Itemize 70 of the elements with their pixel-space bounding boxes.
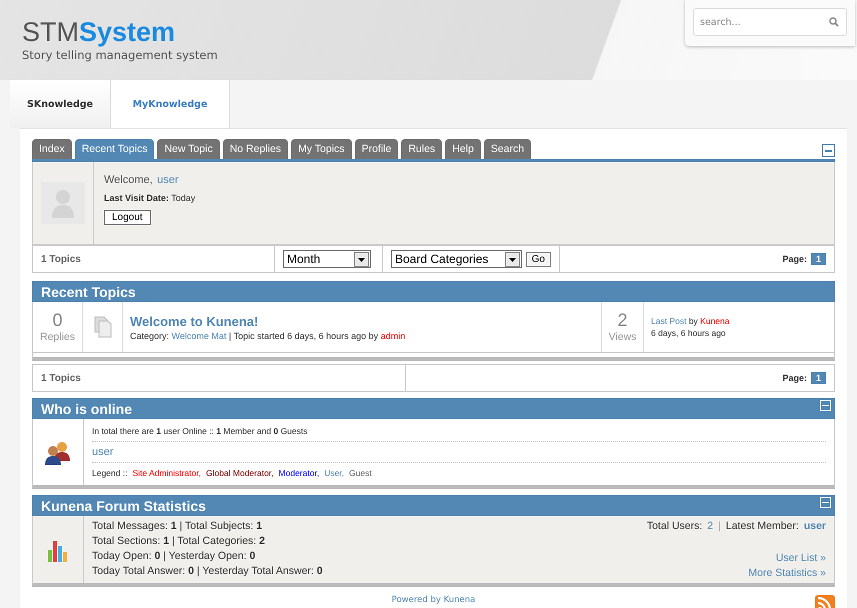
site-tagline: Story telling management system (22, 48, 218, 62)
legend-item: User, (324, 468, 344, 478)
stat-line: Total Messages: 1 | Total Subjects: 1 (92, 520, 262, 532)
views-label: Views (608, 331, 636, 343)
user-link[interactable]: user (157, 174, 179, 186)
page-number[interactable]: 1 (810, 372, 826, 384)
online-summary: In total there are 1 user Online :: 1 Member and 0 Guests (92, 426, 308, 436)
total-users-link[interactable]: 2 (707, 520, 714, 532)
forum-tab[interactable]: Help (445, 139, 481, 159)
logout-button[interactable]: Logout (104, 210, 151, 225)
legend-item: Guest (349, 468, 372, 478)
users-icon (44, 439, 72, 465)
last-post-link[interactable]: Last Post (651, 316, 686, 326)
period-dropdown[interactable]: Month (283, 250, 371, 268)
legend-item: Site Administrator, (132, 468, 201, 478)
avatar-placeholder (41, 182, 85, 224)
page-label: Page: (782, 373, 807, 383)
total-users-label: Total Users: (646, 520, 702, 532)
forum-tab[interactable]: Rules (401, 139, 442, 159)
page-number[interactable]: 1 (810, 253, 826, 265)
caret-icon[interactable] (354, 252, 369, 266)
page-label: Page: (782, 254, 807, 264)
category-link[interactable]: Welcome Mat (172, 330, 226, 340)
site-logo[interactable]: STMSystem (22, 18, 218, 46)
replies-label: Replies (40, 331, 76, 343)
collapse-icon[interactable] (822, 144, 835, 157)
stat-line: Total Sections: 1 | Total Categories: 2 (92, 535, 265, 547)
forum-tab[interactable]: Profile (354, 139, 398, 159)
author-link[interactable]: Kunena (700, 316, 730, 326)
forum-tab[interactable]: Index (32, 139, 72, 159)
legend-item: Moderator, (278, 468, 320, 478)
nav-tab[interactable]: MyKnowledge (111, 80, 230, 128)
section-header: Recent Topics (32, 281, 835, 302)
section-header: Who is online (32, 398, 835, 419)
forum-tab[interactable]: New Topic (157, 139, 220, 159)
separator: | (718, 520, 721, 532)
topic-title[interactable]: Welcome to Kunena! (130, 314, 258, 328)
last-visit-text: Last Visit Date: Today (104, 193, 196, 203)
legend-label: Legend :: (92, 468, 128, 478)
last-post-text: Last Post by Kunena (651, 316, 730, 326)
views-count: 2 (617, 311, 628, 329)
caret-icon[interactable] (504, 252, 520, 266)
user-link[interactable]: user (92, 446, 114, 458)
user-link[interactable]: user (804, 520, 826, 532)
legend-item: Global Moderator, (206, 468, 274, 478)
search-icon[interactable] (829, 17, 839, 27)
latest-member-label: Latest Member: (726, 520, 799, 532)
forum-tab[interactable]: Recent Topics (74, 139, 154, 159)
nav-tab[interactable]: SKnowledge (10, 80, 111, 128)
document-icon (94, 316, 112, 338)
rss-icon[interactable] (815, 595, 835, 608)
section-header: Kunena Forum Statistics (32, 495, 835, 516)
forum-tab[interactable]: No Replies (222, 139, 288, 159)
last-post-time: 6 days, 6 hours ago (651, 328, 726, 338)
welcome-text: Welcome, (104, 174, 153, 186)
go-button[interactable]: Go (526, 252, 551, 266)
topics-count: 1 Topics (41, 254, 81, 264)
forum-tab[interactable]: My Topics (291, 139, 352, 159)
category-dropdown[interactable]: Board Categories (391, 250, 522, 268)
search-field[interactable]: search... (693, 8, 847, 36)
stat-line: Today Open: 0 | Yesterday Open: 0 (92, 550, 256, 562)
powered-by-link[interactable]: Powered by Kunena (392, 595, 476, 605)
stat-line: Today Total Answer: 0 | Yesterday Total Answer: 0 (92, 565, 323, 577)
stats-link[interactable]: User List » (776, 552, 826, 564)
topic-meta: Category: Welcome Mat | Topic started 6 days, 6 hours ago by admin (130, 330, 406, 340)
stats-link[interactable]: More Statistics » (748, 567, 826, 579)
forum-tab[interactable]: Search (484, 139, 532, 159)
topics-count: 1 Topics (41, 372, 81, 384)
replies-count: 0 (52, 311, 62, 329)
author-link[interactable]: admin (380, 330, 406, 340)
